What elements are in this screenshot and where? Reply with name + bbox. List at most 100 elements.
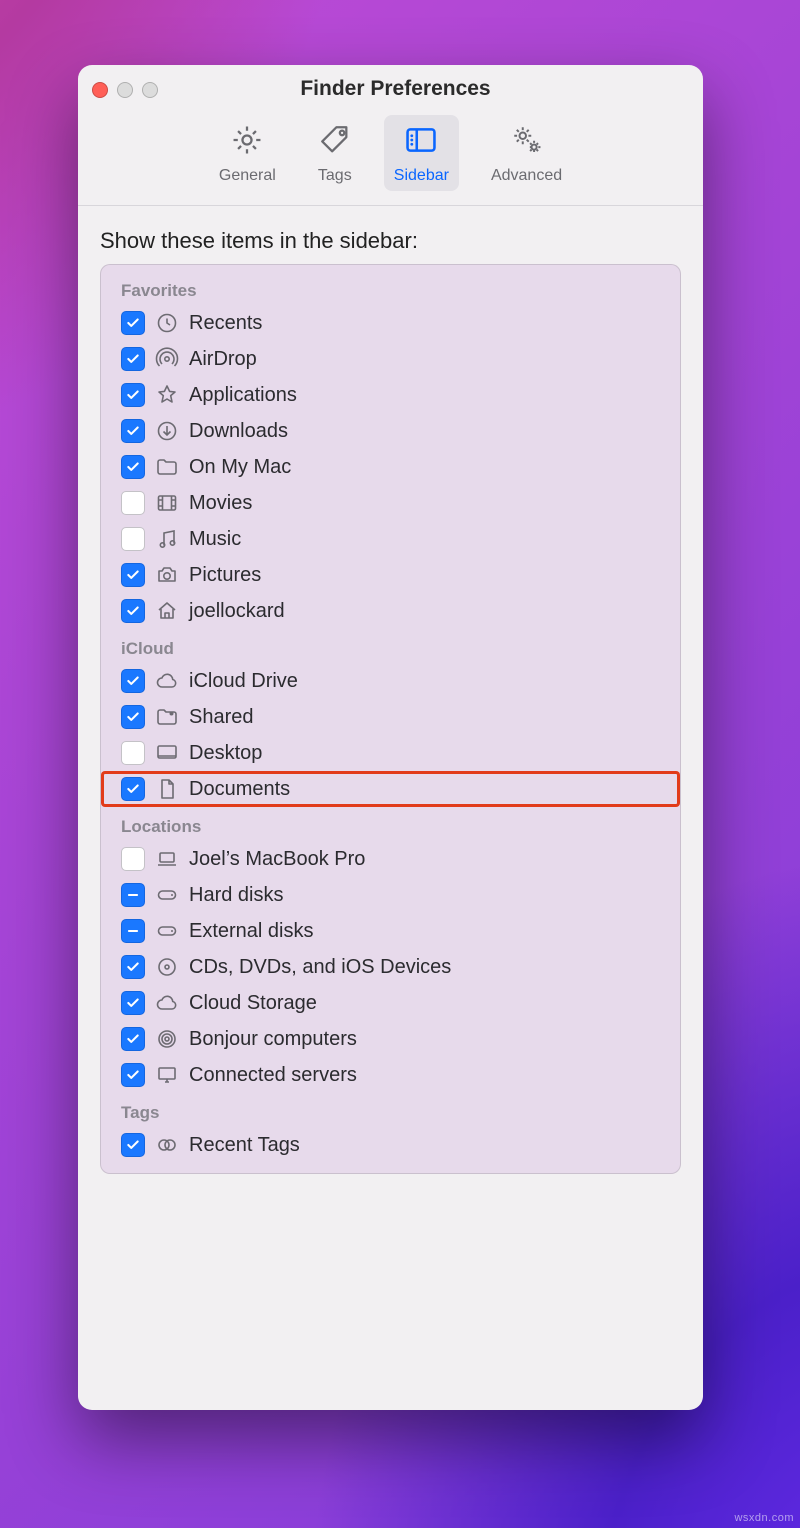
sidebar-item-label: Recents [189,312,262,335]
note-icon [155,527,179,551]
sidebar-item-label: Downloads [189,420,288,443]
apps-icon [155,383,179,407]
sidebar-item-documents[interactable]: Documents [101,771,680,807]
tagstack-icon [155,1133,179,1157]
checkbox[interactable] [121,455,145,479]
sidebar-item-harddisks[interactable]: Hard disks [101,877,680,913]
checkbox[interactable] [121,347,145,371]
sidebar-item-downloads[interactable]: Downloads [101,413,680,449]
disk-icon [155,883,179,907]
tab-tags[interactable]: Tags [308,115,362,191]
sidebar-item-shared[interactable]: Shared [101,699,680,735]
tab-advanced[interactable]: Advanced [481,115,572,191]
sidebar-item-cloudstorage[interactable]: Cloud Storage [101,985,680,1021]
zoom-window-button[interactable] [142,82,158,98]
sidebar-item-onmymac[interactable]: On My Mac [101,449,680,485]
sidebar-item-recenttags[interactable]: Recent Tags [101,1127,680,1163]
download-icon [155,419,179,443]
section-heading-icloud: iCloud [101,629,680,663]
titlebar: Finder Preferences [78,65,703,101]
desktop-icon [155,741,179,765]
checkbox[interactable] [121,383,145,407]
sidebar-item-bonjour[interactable]: Bonjour computers [101,1021,680,1057]
sidebar-item-label: External disks [189,920,314,943]
bonjour-icon [155,1027,179,1051]
sidebar-item-label: Shared [189,706,254,729]
sidebar-item-label: Pictures [189,564,261,587]
tab-general-label: General [219,167,276,185]
sidebar-item-movies[interactable]: Movies [101,485,680,521]
sidebar-item-label: AirDrop [189,348,257,371]
airdrop-icon [155,347,179,371]
checkbox[interactable] [121,599,145,623]
disk-icon [155,919,179,943]
checkbox[interactable] [121,777,145,801]
section-heading-favorites: Favorites [101,271,680,305]
section-heading-locations: Locations [101,807,680,841]
sidebar-pane: Show these items in the sidebar: Favorit… [78,206,703,1410]
house-icon [155,599,179,623]
gear-icon [230,123,264,162]
sidebar-item-pictures[interactable]: Pictures [101,557,680,593]
tab-tags-label: Tags [318,167,352,185]
sidebar-item-label: Bonjour computers [189,1028,357,1051]
sidebar-item-music[interactable]: Music [101,521,680,557]
sidebar-item-home[interactable]: joellockard [101,593,680,629]
sidebar-prompt: Show these items in the sidebar: [100,228,681,254]
minimize-window-button[interactable] [117,82,133,98]
server-icon [155,1063,179,1087]
sidebar-item-recents[interactable]: Recents [101,305,680,341]
checkbox[interactable] [121,955,145,979]
checkbox[interactable] [121,311,145,335]
checkbox[interactable] [121,919,145,943]
sidebar-item-label: Cloud Storage [189,992,317,1015]
tab-sidebar[interactable]: Sidebar [384,115,459,191]
tag-icon [318,123,352,162]
sidebar-item-label: Desktop [189,742,262,765]
sidebar-item-label: Joel’s MacBook Pro [189,848,365,871]
checkbox[interactable] [121,1063,145,1087]
sidebar-item-iclouddrive[interactable]: iCloud Drive [101,663,680,699]
checkbox[interactable] [121,705,145,729]
checkbox[interactable] [121,1133,145,1157]
sidebar-item-label: iCloud Drive [189,670,298,693]
checkbox[interactable] [121,669,145,693]
sidebar-item-desktop[interactable]: Desktop [101,735,680,771]
checkbox[interactable] [121,419,145,443]
clock-icon [155,311,179,335]
sidebar-item-discs[interactable]: CDs, DVDs, and iOS Devices [101,949,680,985]
sidebar-item-label: Music [189,528,241,551]
sidebar-item-label: Documents [189,778,290,801]
sidebar-icon [404,123,438,162]
checkbox[interactable] [121,491,145,515]
checkbox[interactable] [121,847,145,871]
film-icon [155,491,179,515]
watermark: wsxdn.com [734,1512,794,1524]
checkbox[interactable] [121,527,145,551]
sidebar-item-connected[interactable]: Connected servers [101,1057,680,1093]
gears-icon [510,123,544,162]
checkbox[interactable] [121,883,145,907]
sidebar-item-label: joellockard [189,600,285,623]
sidebar-items-panel: Favorites Recents AirDrop Applications Downl… [100,264,681,1174]
sidebar-item-extdisks[interactable]: External disks [101,913,680,949]
window-title: Finder Preferences [158,77,633,101]
window-controls [92,79,158,98]
checkbox[interactable] [121,741,145,765]
section-heading-tags: Tags [101,1093,680,1127]
folder-icon [155,455,179,479]
sidebar-item-thismac[interactable]: Joel’s MacBook Pro [101,841,680,877]
checkbox[interactable] [121,563,145,587]
sidebar-item-airdrop[interactable]: AirDrop [101,341,680,377]
sidebar-item-applications[interactable]: Applications [101,377,680,413]
close-window-button[interactable] [92,82,108,98]
cloud-icon [155,991,179,1015]
camera-icon [155,563,179,587]
tab-general[interactable]: General [209,115,286,191]
checkbox[interactable] [121,1027,145,1051]
finder-preferences-window: Finder Preferences General Tags Sidebar … [78,65,703,1410]
laptop-icon [155,847,179,871]
tab-sidebar-label: Sidebar [394,167,449,185]
checkbox[interactable] [121,991,145,1015]
sidebar-item-label: Connected servers [189,1064,357,1087]
